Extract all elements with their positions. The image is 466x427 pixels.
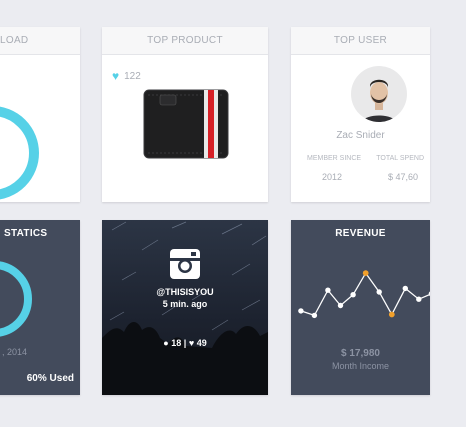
top-user-title: TOP USER bbox=[333, 35, 388, 46]
comment-icon: ● bbox=[163, 338, 169, 348]
load-card-title: LOAD bbox=[0, 35, 29, 46]
revenue-point bbox=[350, 292, 356, 298]
instagram-stats: ● 18 | ♥ 49 bbox=[102, 338, 268, 348]
top-product-card: TOP PRODUCT ♥ 122 bbox=[102, 27, 268, 202]
total-spend-label: TOTAL SPEND bbox=[376, 155, 424, 162]
top-user-card: TOP USER Zac Snider MEMBER SINCE TOTAL S… bbox=[291, 27, 430, 202]
revenue-point bbox=[298, 308, 304, 314]
top-product-title: TOP PRODUCT bbox=[147, 35, 223, 46]
instagram-likes: 49 bbox=[196, 338, 207, 348]
revenue-point bbox=[416, 296, 422, 302]
heart-icon: ♥ bbox=[112, 69, 120, 83]
product-likes-count: 122 bbox=[124, 70, 141, 82]
top-product-header: TOP PRODUCT bbox=[102, 27, 268, 55]
statics-used: 60% Used bbox=[26, 373, 74, 384]
instagram-comments: 18 bbox=[171, 338, 182, 348]
user-name: Zac Snider bbox=[336, 130, 385, 141]
total-spend-value: $ 47,60 bbox=[387, 172, 418, 182]
load-card: LOAD bbox=[0, 27, 80, 202]
revenue-point bbox=[402, 285, 408, 292]
revenue-point bbox=[428, 291, 430, 297]
heart-icon: ♥ bbox=[188, 338, 195, 348]
instagram-time: 5 min. ago bbox=[162, 299, 208, 309]
revenue-point bbox=[337, 302, 344, 309]
statics-year: , 2014 bbox=[2, 347, 28, 357]
revenue-point bbox=[311, 312, 318, 319]
separator: | bbox=[183, 338, 187, 348]
member-since-label: MEMBER SINCE bbox=[307, 155, 362, 162]
revenue-amount: $ 17,980 bbox=[341, 348, 380, 359]
revenue-card: REVENUE $ 17,980 Month Income bbox=[291, 220, 430, 395]
revenue-point-highlight bbox=[362, 270, 369, 276]
statics-donut-chart bbox=[0, 261, 32, 337]
product-likes[interactable]: ♥ 122 bbox=[112, 69, 141, 83]
load-donut-chart bbox=[0, 106, 39, 200]
instagram-handle: @THISISYOU bbox=[156, 287, 214, 297]
product-wallet-image[interactable] bbox=[142, 87, 230, 162]
revenue-label: Month Income bbox=[331, 361, 390, 371]
member-since-value: 2012 bbox=[322, 172, 343, 182]
revenue-point bbox=[376, 289, 382, 295]
load-card-header: LOAD bbox=[0, 27, 80, 55]
user-avatar[interactable] bbox=[351, 66, 407, 122]
revenue-point-highlight bbox=[388, 311, 395, 318]
instagram-icon bbox=[170, 249, 200, 279]
top-user-header: TOP USER bbox=[291, 27, 430, 55]
statics-card: STATICS , 2014 60% Used bbox=[0, 220, 80, 395]
revenue-point bbox=[325, 287, 331, 293]
instagram-card[interactable]: @THISISYOU 5 min. ago ● 18 | ♥ 49 bbox=[102, 220, 268, 395]
